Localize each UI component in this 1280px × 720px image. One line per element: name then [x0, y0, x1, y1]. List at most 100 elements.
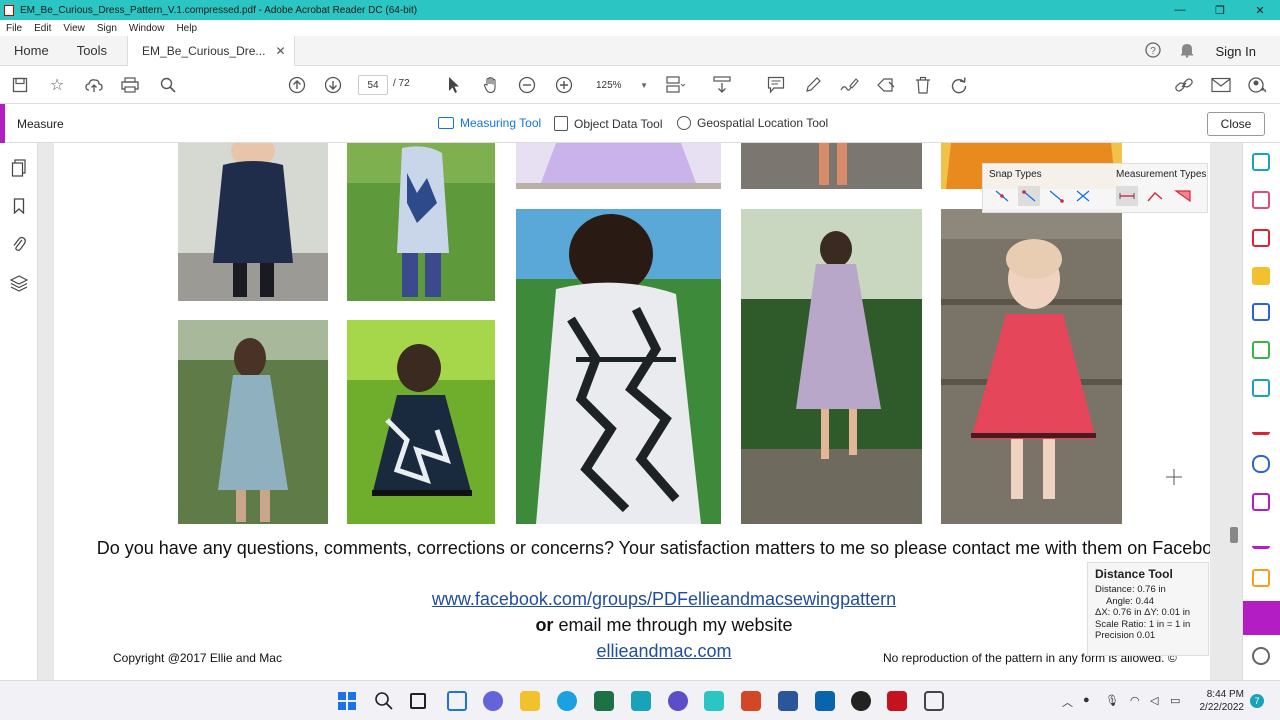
- share-link-icon[interactable]: [1173, 75, 1195, 95]
- help-icon[interactable]: ?: [1136, 41, 1170, 61]
- snap-to-midpoint-icon[interactable]: [1045, 186, 1067, 206]
- show-hidden-icons-icon[interactable]: ︿: [1062, 694, 1073, 710]
- next-page-icon[interactable]: [322, 75, 344, 95]
- attachment-icon[interactable]: [10, 235, 28, 253]
- object-data-tool-button[interactable]: Object Data Tool: [554, 116, 663, 131]
- restore-icon[interactable]: ❐: [1200, 0, 1240, 20]
- battery-icon[interactable]: ▭: [1170, 694, 1180, 707]
- edge-browser-icon[interactable]: [557, 691, 577, 711]
- organize-pages-icon[interactable]: [1252, 341, 1270, 359]
- create-pdf-icon[interactable]: [1252, 229, 1270, 247]
- wifi-icon[interactable]: ◠: [1130, 694, 1140, 707]
- acrobat-taskbar-icon[interactable]: [887, 691, 907, 711]
- tab-tools[interactable]: Tools: [63, 36, 121, 66]
- send-for-signature-icon[interactable]: [1252, 531, 1270, 549]
- page-display-icon[interactable]: [665, 75, 687, 95]
- comment-icon[interactable]: [765, 75, 787, 95]
- website-link[interactable]: ellieandmac.com: [596, 641, 731, 661]
- distance-tool-icon[interactable]: [1116, 186, 1138, 206]
- sign-in-button[interactable]: Sign In: [1204, 44, 1280, 59]
- task-view-icon[interactable]: [410, 693, 426, 709]
- print-icon[interactable]: [119, 75, 141, 95]
- taskbar-search-icon[interactable]: [374, 691, 394, 711]
- snipping-tool-icon[interactable]: [924, 691, 944, 711]
- star-icon[interactable]: ☆: [46, 75, 68, 95]
- comment-tool-icon[interactable]: [1252, 267, 1270, 285]
- search-app-icon[interactable]: [631, 691, 651, 711]
- office-icon[interactable]: [741, 691, 761, 711]
- store-icon[interactable]: [594, 691, 614, 711]
- pencil-icon[interactable]: [802, 75, 824, 95]
- tab-bar: Home Tools EM_Be_Curious_Dre... ✕ ? Sign…: [0, 35, 1280, 66]
- microphone-icon[interactable]: 🎙: [1105, 694, 1119, 707]
- snap-to-intersection-icon[interactable]: [1072, 186, 1094, 206]
- snap-to-endpoint-icon[interactable]: [1018, 186, 1040, 206]
- hand-tool-icon[interactable]: [480, 75, 502, 95]
- document-viewport[interactable]: Do you have any questions, comments, cor…: [38, 143, 1242, 680]
- area-tool-icon[interactable]: [1172, 186, 1194, 206]
- teams-chat-icon[interactable]: [483, 691, 503, 711]
- notification-badge[interactable]: 7: [1250, 694, 1264, 708]
- upload-cloud-icon[interactable]: [83, 75, 105, 95]
- snap-to-path-icon[interactable]: [991, 186, 1013, 206]
- customize-tools-icon[interactable]: [1252, 647, 1270, 665]
- volume-icon[interactable]: ◁: [1150, 694, 1158, 707]
- menu-help[interactable]: Help: [170, 23, 203, 34]
- compress-icon[interactable]: [1252, 569, 1270, 587]
- zoom-out-icon[interactable]: [516, 75, 538, 95]
- email-icon[interactable]: [1210, 75, 1232, 95]
- trash-icon[interactable]: [912, 75, 934, 95]
- facebook-link[interactable]: www.facebook.com/groups/PDFellieandmacse…: [432, 589, 896, 609]
- close-window-icon[interactable]: ✕: [1240, 0, 1280, 20]
- sign-pen-icon[interactable]: [838, 75, 860, 95]
- menu-view[interactable]: View: [57, 23, 91, 34]
- zoom-in-icon[interactable]: [553, 75, 575, 95]
- menu-edit[interactable]: Edit: [28, 23, 57, 34]
- close-measure-button[interactable]: Close: [1207, 112, 1265, 136]
- word-icon[interactable]: [778, 691, 798, 711]
- app-icon-purple[interactable]: [668, 691, 688, 711]
- tab-home[interactable]: Home: [0, 36, 63, 66]
- save-icon[interactable]: [9, 75, 31, 95]
- bell-icon[interactable]: [1170, 42, 1204, 61]
- combine-files-icon[interactable]: [1252, 303, 1270, 321]
- previous-page-icon[interactable]: [286, 75, 308, 95]
- menu-window[interactable]: Window: [123, 23, 171, 34]
- page-thumbnails-icon[interactable]: [10, 159, 28, 177]
- tab-document[interactable]: EM_Be_Curious_Dre... ✕: [127, 35, 295, 66]
- mail-icon[interactable]: [815, 691, 835, 711]
- menu-sign[interactable]: Sign: [91, 23, 123, 34]
- scroll-mode-icon[interactable]: [711, 75, 733, 95]
- menu-file[interactable]: File: [0, 23, 28, 34]
- measuring-tool-button[interactable]: Measuring Tool: [438, 116, 541, 130]
- edit-pdf-icon[interactable]: [1252, 191, 1270, 209]
- export-pdf-icon[interactable]: [1252, 153, 1270, 171]
- windows-start-icon[interactable]: [337, 691, 357, 711]
- account-icon[interactable]: [1247, 75, 1269, 95]
- app-tray-icon[interactable]: ●: [1083, 694, 1090, 706]
- zoom-select[interactable]: 125% ▼: [592, 75, 652, 95]
- vertical-scrollbar-thumb[interactable]: [1230, 527, 1238, 543]
- system-clock[interactable]: 8:44 PM 2/22/2022: [1196, 688, 1245, 714]
- geospatial-tool-button[interactable]: Geospatial Location Tool: [677, 116, 828, 130]
- scan-ocr-icon[interactable]: [1252, 379, 1270, 397]
- measure-rail-icon[interactable]: [1243, 601, 1280, 635]
- page-number-input[interactable]: 54: [358, 75, 388, 95]
- app-icon-teal[interactable]: [704, 691, 724, 711]
- minimize-icon[interactable]: —: [1160, 0, 1200, 20]
- stamp-icon[interactable]: [875, 75, 897, 95]
- protect-icon[interactable]: [1252, 455, 1270, 473]
- close-tab-icon[interactable]: ✕: [275, 44, 285, 58]
- bookmark-icon[interactable]: [10, 197, 28, 215]
- search-icon[interactable]: [157, 75, 179, 95]
- redo-icon[interactable]: [948, 75, 970, 95]
- perimeter-tool-icon[interactable]: [1144, 186, 1166, 206]
- file-explorer-icon[interactable]: [520, 691, 540, 711]
- app-icon-dark[interactable]: [851, 691, 871, 711]
- layers-icon[interactable]: [10, 274, 28, 292]
- select-cursor-icon[interactable]: [443, 75, 465, 95]
- prepare-form-icon[interactable]: [1252, 493, 1270, 511]
- widgets-icon[interactable]: [447, 691, 467, 711]
- fill-sign-icon[interactable]: [1252, 417, 1270, 435]
- document-tab-label: EM_Be_Curious_Dre...: [142, 43, 266, 58]
